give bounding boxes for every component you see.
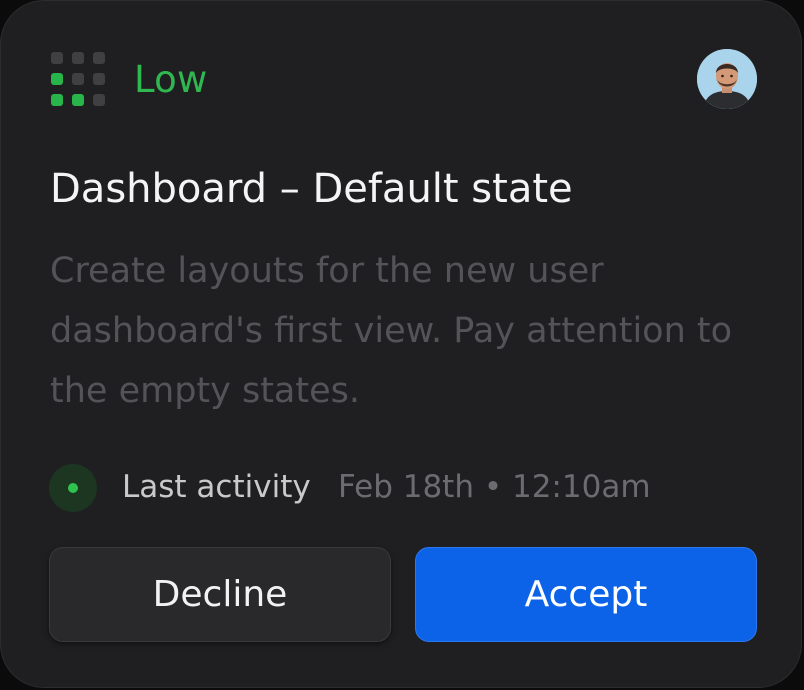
user-avatar-icon — [697, 49, 757, 109]
last-activity-timestamp: Feb 18th • 12:10am — [338, 469, 651, 505]
task-card: Low Dashboard – Default state Create lay… — [0, 0, 802, 688]
task-title: Dashboard – Default state — [50, 166, 573, 212]
priority-level-icon — [51, 52, 107, 106]
last-activity-label: Last activity — [122, 469, 311, 505]
task-description: Create layouts for the new user dashboar… — [50, 251, 733, 411]
activity-status-icon — [49, 464, 97, 512]
accept-button[interactable]: Accept — [415, 547, 757, 642]
avatar[interactable] — [697, 49, 757, 109]
priority-label: Low — [134, 58, 208, 101]
decline-button[interactable]: Decline — [49, 547, 391, 642]
